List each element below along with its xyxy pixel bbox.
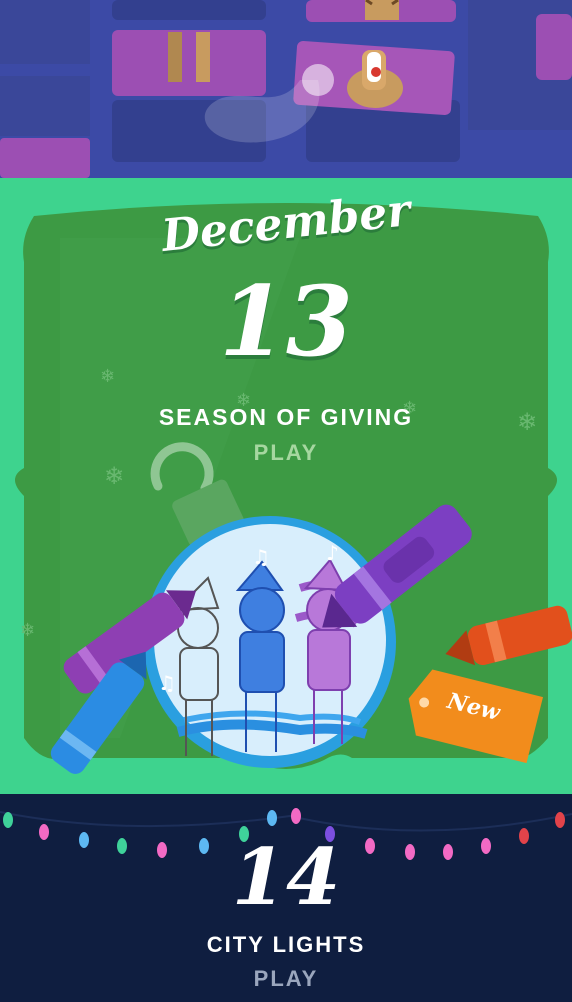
reindeer-puzzle-icon: [0, 0, 572, 178]
day-number: 13: [219, 265, 353, 378]
next-play-button[interactable]: PLAY: [0, 966, 572, 992]
svg-text:♫: ♫: [158, 671, 176, 695]
svg-text:♪: ♪: [326, 541, 339, 565]
play-button[interactable]: PLAY: [0, 440, 572, 466]
snowflake-icon: ❄: [20, 620, 35, 641]
day-card-previous[interactable]: [0, 0, 572, 178]
next-day-number: 14: [231, 832, 341, 923]
day-title: SEASON OF GIVING: [158, 404, 414, 430]
next-day-title: CITY LIGHTS: [206, 932, 366, 957]
snowflake-icon: ❄: [104, 462, 124, 490]
svg-text:♫: ♫: [252, 545, 270, 569]
